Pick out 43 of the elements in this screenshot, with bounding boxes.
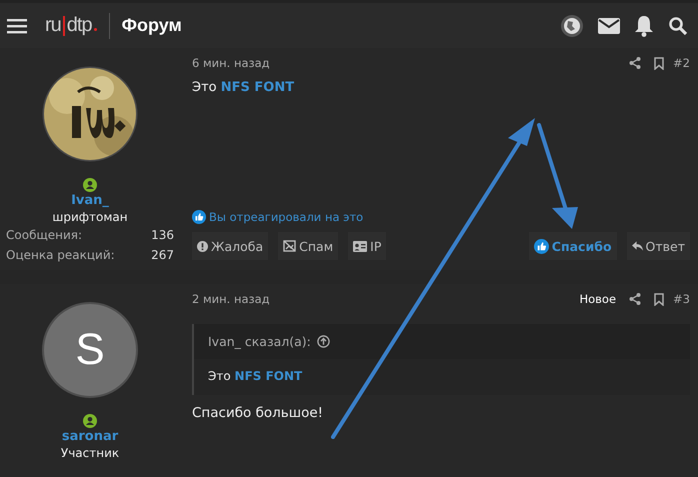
share-icon[interactable] <box>629 57 642 69</box>
stat-value: 267 <box>151 248 174 262</box>
id-card-icon <box>353 240 368 252</box>
thumbs-up-icon <box>192 210 206 224</box>
bell-icon[interactable] <box>634 14 654 36</box>
spam-icon <box>283 240 296 252</box>
bookmark-icon[interactable] <box>654 56 664 70</box>
like-button[interactable]: Спасибо <box>528 232 617 260</box>
site-logo[interactable]: ru dtp <box>45 14 97 37</box>
post-number-link[interactable]: #2 <box>673 56 690 70</box>
post-time[interactable]: 6 мин. назад <box>192 56 270 70</box>
alert-icon <box>197 240 208 252</box>
post-text: Это <box>192 80 217 95</box>
stat-label: Сообщения: <box>6 228 84 242</box>
new-label: Новое <box>579 292 616 306</box>
mail-icon[interactable] <box>598 18 620 34</box>
username-link[interactable]: saronar <box>62 429 118 444</box>
link[interactable]: NFS FONT <box>220 80 294 95</box>
report-button[interactable]: Жалоба <box>192 232 268 260</box>
reply-icon <box>632 241 643 251</box>
user-title: шрифтоман <box>52 210 128 224</box>
quote-text: Это <box>208 369 231 383</box>
stat-label: Оценка реакций: <box>6 248 116 262</box>
post-number-link[interactable]: #3 <box>673 292 690 306</box>
reply-button[interactable]: Ответ <box>626 232 690 260</box>
post-text: Спасибо большое! <box>192 405 324 421</box>
reaction-link[interactable]: Вы отреагировали на это <box>209 210 364 224</box>
menu-icon[interactable] <box>7 18 27 34</box>
arrow-up-icon[interactable] <box>316 335 330 348</box>
stat-value: 136 <box>151 228 174 242</box>
ip-button[interactable]: IP <box>348 232 386 260</box>
quote-author: Ivan_ сказал(а): <box>208 334 311 349</box>
post-time[interactable]: 2 мин. назад <box>192 292 270 306</box>
bookmark-icon[interactable] <box>654 292 664 306</box>
share-icon[interactable] <box>629 293 642 305</box>
page-title: Форум <box>122 15 182 36</box>
link[interactable]: NFS FONT <box>234 369 302 383</box>
search-icon[interactable] <box>668 16 688 36</box>
avatar[interactable]: S <box>42 302 138 398</box>
username-link[interactable]: Ivan_ <box>71 193 109 208</box>
user-title: Участник <box>60 446 120 460</box>
spam-button[interactable]: Спам <box>278 232 338 260</box>
thumbs-up-icon <box>534 238 549 254</box>
